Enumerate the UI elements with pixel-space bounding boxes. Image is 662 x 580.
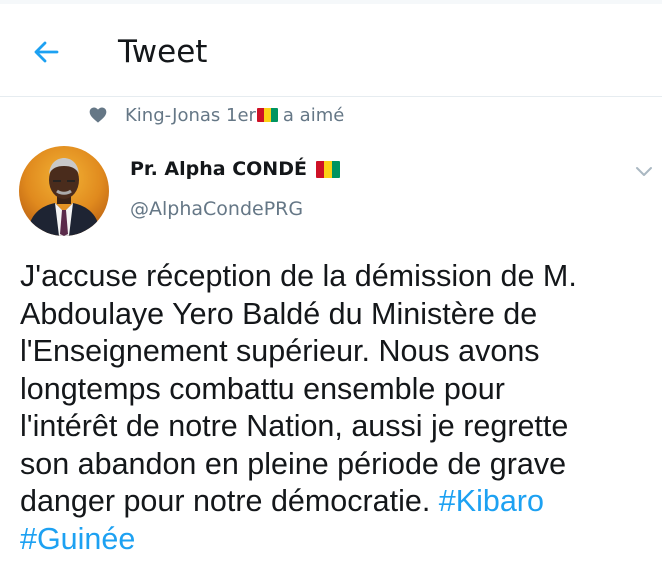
avatar[interactable] (19, 146, 109, 236)
tweet-text: J'accuse réception de la démission de M.… (20, 258, 660, 558)
arrow-left-icon (34, 41, 59, 63)
tweet-text-line: l'Enseignement supérieur. Nous avons (20, 334, 540, 368)
tweet-text-line: Abdoulaye Yero Baldé du Ministère de (20, 296, 538, 331)
author-name[interactable]: Pr. Alpha CONDÉ (130, 158, 345, 180)
guinea-flag-icon (315, 160, 340, 178)
author-name-text: Pr. Alpha CONDÉ (130, 158, 307, 180)
tweet-text-line: #Guinée (20, 521, 660, 559)
page-title: Tweet (118, 34, 208, 70)
heart-icon (89, 107, 107, 123)
tweet-text-line: J'accuse réception de la démission de M. (20, 259, 577, 293)
tweet-text-line: longtemps combattu ensemble pour (20, 371, 505, 406)
tweet-options-button[interactable] (632, 160, 656, 184)
tweet-text-line-text: danger pour notre démocratie. (20, 484, 431, 518)
guinea-flag-icon (256, 108, 278, 122)
avatar-image (19, 146, 109, 236)
hashtag-link[interactable]: #Kibaro (439, 484, 544, 518)
tweet-text-line: son abandon en pleine période de grave (20, 446, 567, 481)
social-action: a aimé (282, 104, 345, 126)
app-header: Tweet (0, 4, 662, 97)
author-handle[interactable]: @AlphaCondePRG (130, 198, 303, 220)
tweet-text-line: danger pour notre démocratie. #Kibaro (20, 483, 660, 521)
liker-name: King-Jonas 1er (125, 104, 256, 126)
tweet-text-line: l'intérêt de notre Nation, aussi je regr… (20, 409, 569, 443)
tweet-detail-screen: Tweet King-Jonas 1er a aimé Pr. Alpha CO… (0, 0, 662, 580)
back-button[interactable] (26, 32, 66, 72)
social-context[interactable]: King-Jonas 1er a aimé (88, 100, 344, 130)
hashtag-link[interactable]: #Guinée (20, 522, 135, 556)
chevron-down-icon (636, 167, 652, 176)
